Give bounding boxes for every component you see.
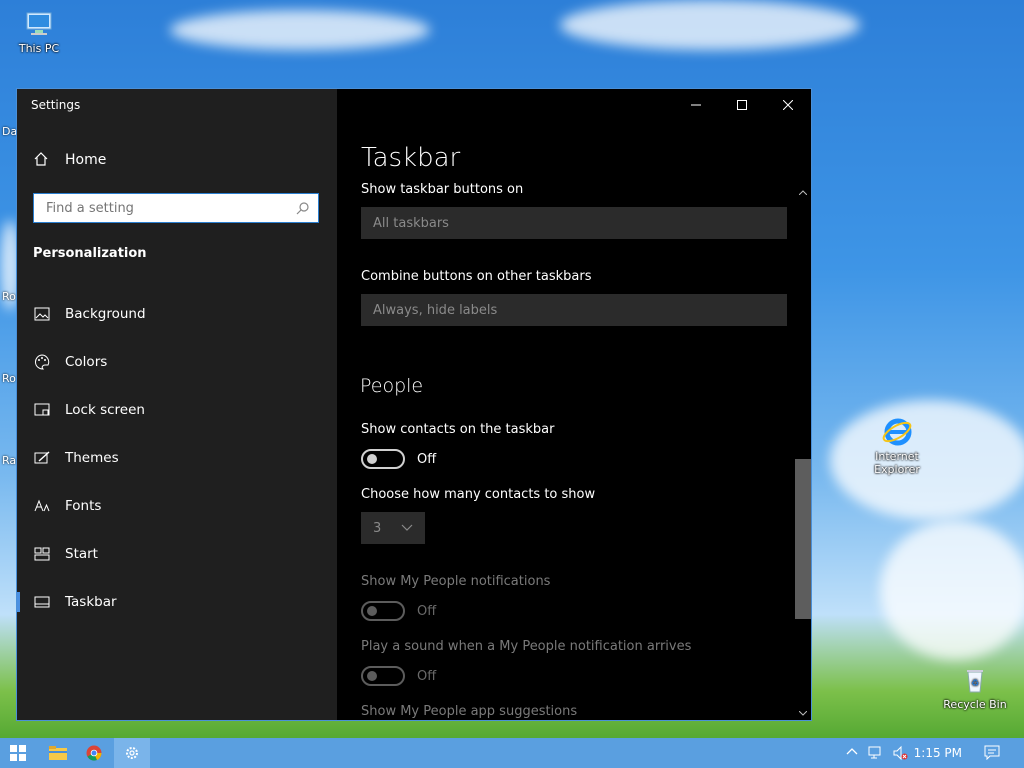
sidebar-item-colors[interactable]: Colors [17, 342, 337, 382]
desktop-icon-this-pc[interactable]: This PC [4, 8, 74, 55]
image-icon [33, 305, 51, 323]
fonts-icon [33, 497, 51, 515]
desktop-icon-label: Internet Explorer [874, 450, 920, 476]
toggle-knob [367, 606, 377, 616]
sound-toggle[interactable] [361, 666, 405, 686]
volume-muted-icon[interactable] [892, 745, 908, 761]
network-icon[interactable] [868, 745, 884, 761]
toggle-knob [367, 454, 377, 464]
search-box[interactable] [33, 193, 319, 223]
show-contacts-label: Show contacts on the taskbar [361, 422, 555, 437]
gear-icon [124, 745, 140, 761]
folder-icon [49, 746, 67, 760]
page-title: Taskbar [361, 143, 461, 173]
sidebar-item-label: Lock screen [65, 402, 145, 418]
suggestions-label: Show My People app suggestions [361, 704, 578, 719]
contacts-count-value: 3 [373, 520, 382, 536]
sidebar-item-taskbar[interactable]: Taskbar [17, 582, 337, 622]
home-nav-link[interactable]: Home [33, 151, 106, 169]
toggle-knob [367, 671, 377, 681]
scroll-down-arrow[interactable] [795, 706, 811, 720]
lock-screen-icon [33, 401, 51, 419]
scroll-thumb[interactable] [795, 459, 811, 619]
themes-icon [33, 449, 51, 467]
sidebar-item-start[interactable]: Start [17, 534, 337, 574]
sidebar-item-fonts[interactable]: Fonts [17, 486, 337, 526]
desktop-icon-internet-explorer[interactable]: Internet Explorer [862, 416, 932, 476]
sidebar-item-label: Fonts [65, 498, 102, 514]
sidebar-item-label: Themes [65, 450, 119, 466]
computer-icon [23, 8, 55, 40]
settings-sidebar: Settings Home Personalization Background… [17, 89, 337, 720]
sidebar-item-label: Taskbar [65, 594, 117, 610]
sidebar-item-lock-screen[interactable]: Lock screen [17, 390, 337, 430]
home-icon [33, 151, 51, 169]
settings-taskbar-button[interactable] [114, 738, 150, 768]
search-icon[interactable] [296, 201, 310, 215]
combine-buttons-dropdown[interactable]: Always, hide labels [361, 294, 787, 326]
desktop-edge-fragment: Ra [2, 454, 17, 467]
minimize-button[interactable] [673, 89, 719, 121]
action-center-icon[interactable] [984, 745, 1000, 760]
desktop-edge-fragment: Ro [2, 290, 16, 303]
sidebar-item-label: Colors [65, 354, 108, 370]
notifications-toggle[interactable] [361, 601, 405, 621]
taskbar: 1:15 PM [0, 738, 1024, 768]
palette-icon [33, 353, 51, 371]
show-contacts-toggle[interactable] [361, 449, 405, 469]
combine-buttons-label: Combine buttons on other taskbars [361, 269, 592, 284]
sidebar-item-label: Start [65, 546, 98, 562]
svg-text:♻: ♻ [971, 679, 979, 689]
desktop-icon-label: Recycle Bin [943, 698, 1007, 711]
recycle-bin-icon: ♻ [959, 664, 991, 696]
windows-logo-icon [10, 745, 26, 761]
chevron-down-icon [401, 524, 413, 532]
settings-window: Settings Home Personalization Background… [16, 88, 812, 721]
content-scrollbar[interactable] [795, 185, 811, 720]
maximize-button[interactable] [719, 89, 765, 121]
taskbar-clock[interactable]: 1:15 PM [914, 746, 962, 760]
notifications-state: Off [417, 604, 437, 619]
show-contacts-state: Off [417, 452, 437, 467]
chrome-button[interactable] [76, 738, 112, 768]
show-buttons-dropdown[interactable]: All taskbars [361, 207, 787, 239]
home-label: Home [65, 152, 107, 168]
internet-explorer-icon [881, 416, 913, 448]
contacts-count-dropdown[interactable]: 3 [361, 512, 425, 544]
chrome-icon [86, 745, 102, 761]
close-button[interactable] [765, 89, 811, 121]
taskbar-icon [33, 593, 51, 611]
contacts-count-label: Choose how many contacts to show [361, 487, 596, 502]
desktop-edge-fragment: Ro [2, 372, 16, 385]
sidebar-item-background[interactable]: Background [17, 294, 337, 334]
desktop-icon-recycle-bin[interactable]: ♻ Recycle Bin [940, 664, 1010, 711]
window-title: Settings [31, 98, 81, 112]
section-title: Personalization [33, 246, 147, 261]
desktop-edge-fragment: Da [2, 125, 18, 138]
sidebar-item-label: Background [65, 306, 146, 322]
start-icon [33, 545, 51, 563]
sound-state: Off [417, 669, 437, 684]
start-button[interactable] [0, 738, 36, 768]
sidebar-item-themes[interactable]: Themes [17, 438, 337, 478]
show-buttons-label: Show taskbar buttons on [361, 182, 524, 197]
show-hidden-icons-chevron[interactable] [846, 746, 858, 758]
settings-content: Taskbar Show taskbar buttons on All task… [337, 89, 811, 720]
search-input[interactable] [44, 199, 296, 217]
file-explorer-button[interactable] [40, 738, 76, 768]
desktop-icon-label: This PC [18, 42, 60, 55]
scroll-up-arrow[interactable] [795, 185, 811, 199]
sound-label: Play a sound when a My People notificati… [361, 639, 692, 654]
people-section-title: People [360, 375, 424, 397]
notifications-label: Show My People notifications [361, 574, 551, 589]
